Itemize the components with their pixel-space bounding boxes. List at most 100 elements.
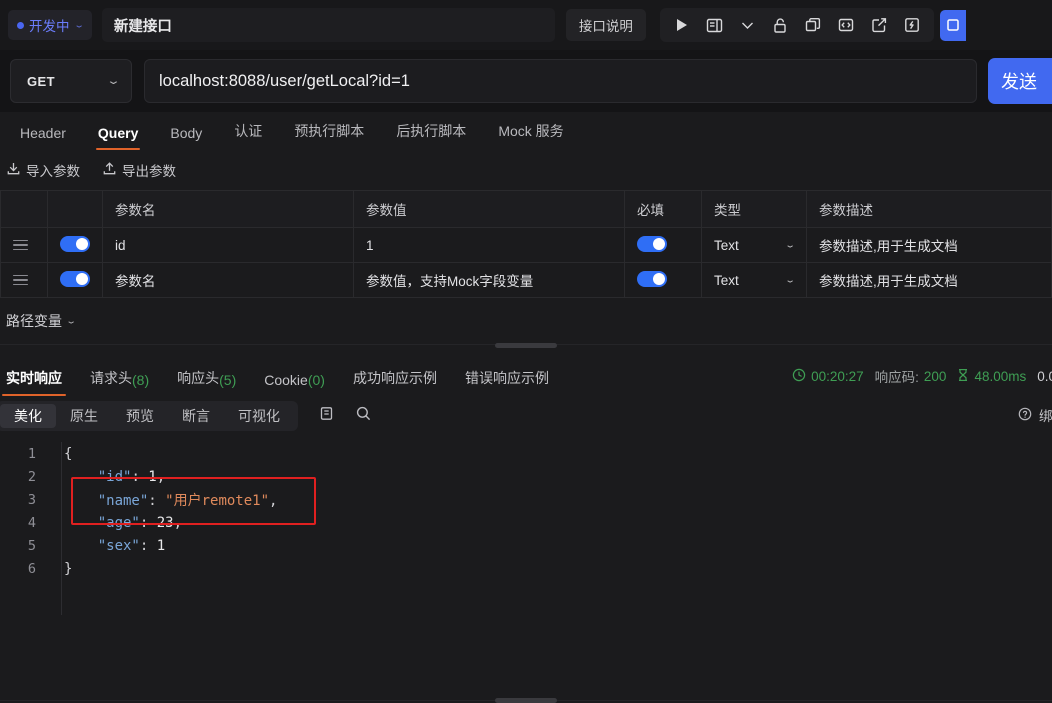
import-params-label: 导入参数 (26, 164, 80, 179)
duration-group: 48.00ms (957, 368, 1026, 385)
row-description[interactable]: 参数描述,用于生成文档 (806, 227, 1052, 263)
line-number: 5 (27, 537, 36, 554)
th-description: 参数描述 (806, 190, 1052, 228)
response-tab-success-example[interactable]: 成功响应示例 (339, 368, 451, 396)
tab-label: Header (20, 125, 66, 141)
api-description-button[interactable]: 接口说明 (565, 9, 646, 41)
search-icon[interactable] (355, 405, 372, 427)
code-line: 2 "id": 1, (0, 465, 1052, 488)
question-circle-icon (1018, 407, 1032, 424)
drag-handle-icon[interactable] (13, 239, 28, 251)
api-title-input[interactable]: 新建接口 (101, 8, 555, 42)
tab-label: 后执行脚本 (396, 123, 467, 139)
path-variables-toggle[interactable]: 路径变量 ⌄ (0, 298, 1052, 344)
row-param-name[interactable]: id (102, 227, 354, 263)
json-key: "sex" (97, 537, 140, 554)
status-code-value: 200 (923, 368, 947, 384)
splitter-grip[interactable] (495, 343, 557, 348)
tab-label: Query (97, 125, 139, 141)
response-time: 00:20:27 (811, 368, 864, 384)
enable-toggle[interactable] (60, 270, 90, 287)
tab-pre-script[interactable]: 预执行脚本 (278, 121, 380, 150)
row-description[interactable]: 参数描述,用于生成文档 (806, 262, 1052, 298)
hourglass-icon (957, 368, 969, 385)
code-icon[interactable] (831, 11, 862, 39)
gutter-divider (61, 442, 62, 615)
tab-label: 错误响应示例 (464, 370, 549, 386)
request-tabs: Header Query Body 认证 预执行脚本 后执行脚本 Mock 服务 (0, 112, 1052, 150)
copy-icon[interactable] (798, 11, 829, 39)
tab-query[interactable]: Query (82, 125, 154, 150)
url-input[interactable]: localhost:8088/user/getLocal?id=1 (144, 59, 977, 103)
line-content: "name": "用户remote1", (97, 492, 278, 509)
send-label: 发送 (1001, 72, 1037, 92)
row-required-cell[interactable] (624, 227, 702, 263)
json-value: 1 (156, 537, 166, 554)
status-dropdown[interactable]: 开发中 ⌄ (8, 10, 92, 40)
save-doc-icon[interactable] (699, 11, 730, 39)
primary-action-icon-button[interactable] (939, 9, 966, 41)
required-toggle[interactable] (637, 235, 667, 252)
tab-header[interactable]: Header (4, 125, 82, 150)
unlock-icon[interactable] (765, 11, 796, 39)
row-param-name[interactable]: 参数名 (102, 262, 354, 298)
import-params-button[interactable]: 导入参数 (6, 160, 80, 180)
row-drag-cell[interactable] (0, 227, 48, 263)
row-enable-cell[interactable] (47, 262, 103, 298)
json-key: "age" (97, 514, 140, 531)
bind-help[interactable]: 绑定 (1018, 405, 1052, 425)
share-icon[interactable] (864, 11, 895, 39)
response-time-group: 00:20:27 (792, 368, 864, 385)
tab-body[interactable]: Body (154, 125, 218, 150)
tab-post-script[interactable]: 后执行脚本 (380, 121, 482, 150)
row-param-value[interactable]: 1 (353, 227, 625, 263)
export-params-button[interactable]: 导出参数 (102, 160, 176, 180)
row-drag-cell[interactable] (0, 262, 48, 298)
response-tab-request-headers[interactable]: 请求头 (8) (76, 368, 163, 396)
row-enable-cell[interactable] (47, 227, 103, 263)
response-tab-cookie[interactable]: Cookie (0) (250, 372, 339, 396)
row-type-cell[interactable]: Text ⌄ (701, 262, 807, 298)
tab-mock-service[interactable]: Mock 服务 (482, 121, 579, 150)
format-tab-assertion[interactable]: 断言 (168, 404, 224, 428)
response-tab-response-headers[interactable]: 响应头 (5) (163, 368, 250, 396)
response-tabs: 实时响应 请求头 (8) 响应头 (5) Cookie (0) 成功响应示例 错误响应… (0, 358, 1052, 396)
response-tab-realtime[interactable]: 实时响应 (0, 368, 76, 396)
enable-toggle[interactable] (60, 235, 90, 252)
json-key: "name" (97, 492, 149, 509)
response-tab-error-example[interactable]: 错误响应示例 (451, 368, 563, 396)
import-icon (6, 161, 21, 179)
line-number: 2 (27, 468, 36, 485)
format-tab-beautify[interactable]: 美化 (0, 404, 56, 428)
format-tab-visualize[interactable]: 可视化 (224, 404, 294, 428)
top-bar: 开发中 ⌄ 新建接口 接口说明 (0, 0, 1052, 50)
format-tab-group: 美化 原生 预览 断言 可视化 (0, 401, 298, 431)
tab-label: 响应头 (177, 370, 220, 386)
copy-icon[interactable] (318, 405, 335, 427)
tab-count: (8) (132, 372, 150, 388)
row-required-cell[interactable] (624, 262, 702, 298)
flash-icon[interactable] (897, 11, 928, 39)
chevron-down-icon[interactable] (732, 11, 763, 39)
row-param-value[interactable]: 参数值，支持Mock字段变量 (353, 262, 625, 298)
tab-auth[interactable]: 认证 (218, 121, 278, 150)
line-content: "age": 23, (97, 514, 183, 531)
json-value: 1 (148, 468, 157, 485)
format-tab-preview[interactable]: 预览 (112, 404, 168, 428)
http-method-select[interactable]: GET ⌄ (10, 59, 132, 103)
param-actions: 导入参数 导出参数 (0, 150, 1052, 190)
response-body-code[interactable]: 1 { 2 "id": 1, 3 "name": "用户remote1", 4 … (0, 436, 1052, 621)
play-icon[interactable] (666, 11, 697, 39)
tab-label: 成功响应示例 (352, 370, 437, 386)
drag-handle-icon[interactable] (13, 274, 28, 286)
api-title-value: 新建接口 (113, 18, 172, 35)
format-tab-raw[interactable]: 原生 (56, 404, 112, 428)
bottom-splitter-grip[interactable] (495, 698, 557, 703)
code-line: 5 "sex": 1 (0, 534, 1052, 557)
bind-label: 绑定 (1039, 409, 1052, 424)
required-toggle[interactable] (637, 270, 667, 287)
send-button[interactable]: 发送 (988, 58, 1052, 104)
row-type-cell[interactable]: Text ⌄ (701, 227, 807, 263)
json-value: "用户remote1" (165, 492, 270, 509)
tab-label: 认证 (234, 123, 263, 139)
